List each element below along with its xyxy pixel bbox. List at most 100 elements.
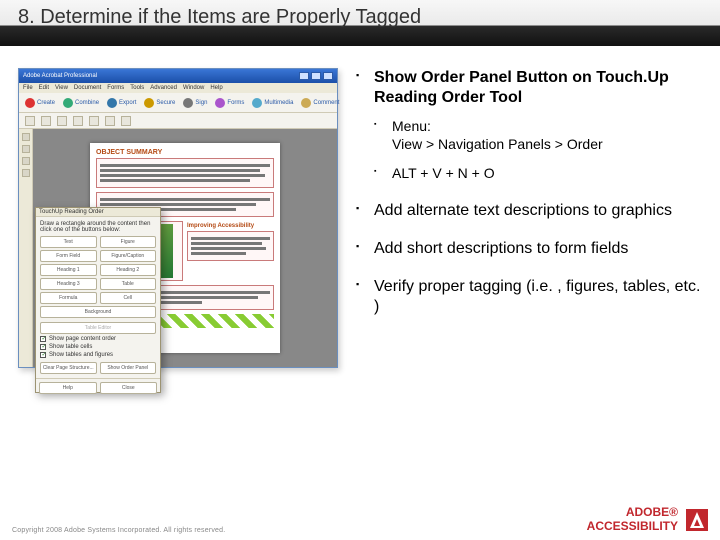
screenshot-column: Adobe Acrobat Professional File Edit Vie…	[18, 68, 338, 530]
checkbox-icon	[40, 344, 46, 350]
bullet-4: Verify proper tagging (i.e. , figures, t…	[356, 277, 702, 317]
tool-sq-2[interactable]	[41, 116, 51, 126]
brand-block: ADOBE® ACCESSIBILITY	[587, 506, 708, 534]
panel-title: TouchUp Reading Order	[36, 208, 160, 217]
tool-sign[interactable]: Sign	[183, 98, 207, 108]
tool-sq-7[interactable]	[121, 116, 131, 126]
chk-show-order[interactable]: Show page content order	[40, 336, 156, 342]
btn-heading-2[interactable]: Heading 2	[100, 264, 157, 276]
nav-icon-3[interactable]	[22, 157, 30, 165]
bullet-1-sub-2: ALT + V + N + O	[374, 165, 702, 183]
nav-icon-1[interactable]	[22, 133, 30, 141]
btn-figure-caption[interactable]: Figure/Caption	[100, 250, 157, 262]
tagged-paragraph-3	[187, 231, 274, 261]
tool-secure[interactable]: Secure	[144, 98, 175, 108]
menubar: File Edit View Document Forms Tools Adva…	[19, 83, 337, 93]
toolbar-primary: Create Combine Export Secure Sign Forms …	[19, 93, 337, 113]
nav-icon-4[interactable]	[22, 169, 30, 177]
window-controls	[299, 72, 333, 80]
tool-sq-1[interactable]	[25, 116, 35, 126]
btn-cell[interactable]: Cell	[100, 292, 157, 304]
toolbar-secondary	[19, 113, 337, 129]
btn-clear-structure[interactable]: Clear Page Structure...	[40, 362, 97, 374]
sign-icon	[183, 98, 193, 108]
bullet-1: Show Order Panel Button on Touch.Up Read…	[356, 68, 702, 183]
chk-show-table-cells[interactable]: Show table cells	[40, 344, 156, 350]
tool-export[interactable]: Export	[107, 98, 136, 108]
adobe-logo-icon	[686, 509, 708, 531]
page-heading: OBJECT SUMMARY	[96, 149, 274, 156]
menu-view[interactable]: View	[55, 85, 68, 91]
tool-multimedia[interactable]: Multimedia	[252, 98, 293, 108]
btn-formula[interactable]: Formula	[40, 292, 97, 304]
btn-background[interactable]: Background	[40, 306, 156, 318]
menu-file[interactable]: File	[23, 85, 33, 91]
tool-comment[interactable]: Comment	[301, 98, 339, 108]
bullet-1-sublist: Menu: View > Navigation Panels > Order A…	[374, 118, 702, 183]
menu-edit[interactable]: Edit	[39, 85, 49, 91]
menu-window[interactable]: Window	[183, 85, 204, 91]
slide-title: 8. Determine if the Items are Properly T…	[18, 6, 702, 29]
bullet-list: Show Order Panel Button on Touch.Up Read…	[356, 68, 702, 317]
menu-forms[interactable]: Forms	[107, 85, 124, 91]
copyright-text: Copyright 2008 Adobe Systems Incorporate…	[12, 527, 225, 534]
export-icon	[107, 98, 117, 108]
secure-icon	[144, 98, 154, 108]
btn-table-editor: Table Editor	[40, 322, 156, 334]
bullet-1-text: Show Order Panel Button on Touch.Up Read…	[374, 69, 669, 106]
bullet-2: Add alternate text descriptions to graph…	[356, 201, 702, 221]
btn-heading-3[interactable]: Heading 3	[40, 278, 97, 290]
window-title-text: Adobe Acrobat Professional	[23, 73, 97, 79]
tool-combine[interactable]: Combine	[63, 98, 99, 108]
create-icon	[25, 98, 35, 108]
nav-icon-2[interactable]	[22, 145, 30, 153]
brand-text: ADOBE® ACCESSIBILITY	[587, 506, 678, 534]
close-icon[interactable]	[323, 72, 333, 80]
title-bar: 8. Determine if the Items are Properly T…	[0, 0, 720, 46]
btn-show-order-panel[interactable]: Show Order Panel	[100, 362, 157, 374]
btn-table[interactable]: Table	[100, 278, 157, 290]
btn-close[interactable]: Close	[100, 382, 158, 394]
comment-icon	[301, 98, 311, 108]
checkbox-icon	[40, 336, 46, 342]
panel-body: Draw a rectangle around the content then…	[36, 217, 160, 378]
panel-instruction: Draw a rectangle around the content then…	[40, 221, 156, 233]
bullet-3: Add short descriptions to form fields	[356, 239, 702, 259]
tool-sq-3[interactable]	[57, 116, 67, 126]
combine-icon	[63, 98, 73, 108]
multimedia-icon	[252, 98, 262, 108]
maximize-icon[interactable]	[311, 72, 321, 80]
nav-sidebar	[19, 129, 33, 367]
tool-create[interactable]: Create	[25, 98, 55, 108]
bullet-column: Show Order Panel Button on Touch.Up Read…	[356, 68, 702, 530]
acrobat-window: Adobe Acrobat Professional File Edit Vie…	[18, 68, 338, 368]
chk-show-tables-figures[interactable]: Show tables and figures	[40, 352, 156, 358]
menu-advanced[interactable]: Advanced	[150, 85, 177, 91]
tagged-paragraph-1	[96, 158, 274, 188]
slide: 8. Determine if the Items are Properly T…	[0, 0, 720, 540]
page-subhead: Improving Accessibility	[187, 223, 274, 229]
btn-form-field[interactable]: Form Field	[40, 250, 97, 262]
menu-help[interactable]: Help	[210, 85, 222, 91]
btn-help[interactable]: Help	[39, 382, 97, 394]
tool-sq-5[interactable]	[89, 116, 99, 126]
menu-document[interactable]: Document	[74, 85, 101, 91]
minimize-icon[interactable]	[299, 72, 309, 80]
btn-heading-1[interactable]: Heading 1	[40, 264, 97, 276]
slide-body: Adobe Acrobat Professional File Edit Vie…	[0, 46, 720, 540]
forms-icon	[215, 98, 225, 108]
tool-forms[interactable]: Forms	[215, 98, 244, 108]
bullet-1-sub-1: Menu: View > Navigation Panels > Order	[374, 118, 702, 153]
window-titlebar: Adobe Acrobat Professional	[19, 69, 337, 83]
document-area: OBJECT SUMMARY	[19, 129, 337, 367]
slide-footer: Copyright 2008 Adobe Systems Incorporate…	[0, 506, 720, 540]
touchup-reading-order-panel: TouchUp Reading Order Draw a rectangle a…	[35, 207, 161, 393]
menu-tools[interactable]: Tools	[130, 85, 144, 91]
btn-text[interactable]: Text	[40, 236, 97, 248]
checkbox-icon	[40, 352, 46, 358]
tool-sq-4[interactable]	[73, 116, 83, 126]
panel-footer: Help Close	[36, 378, 160, 397]
btn-figure[interactable]: Figure	[100, 236, 157, 248]
page-canvas: OBJECT SUMMARY	[33, 129, 337, 367]
tool-sq-6[interactable]	[105, 116, 115, 126]
